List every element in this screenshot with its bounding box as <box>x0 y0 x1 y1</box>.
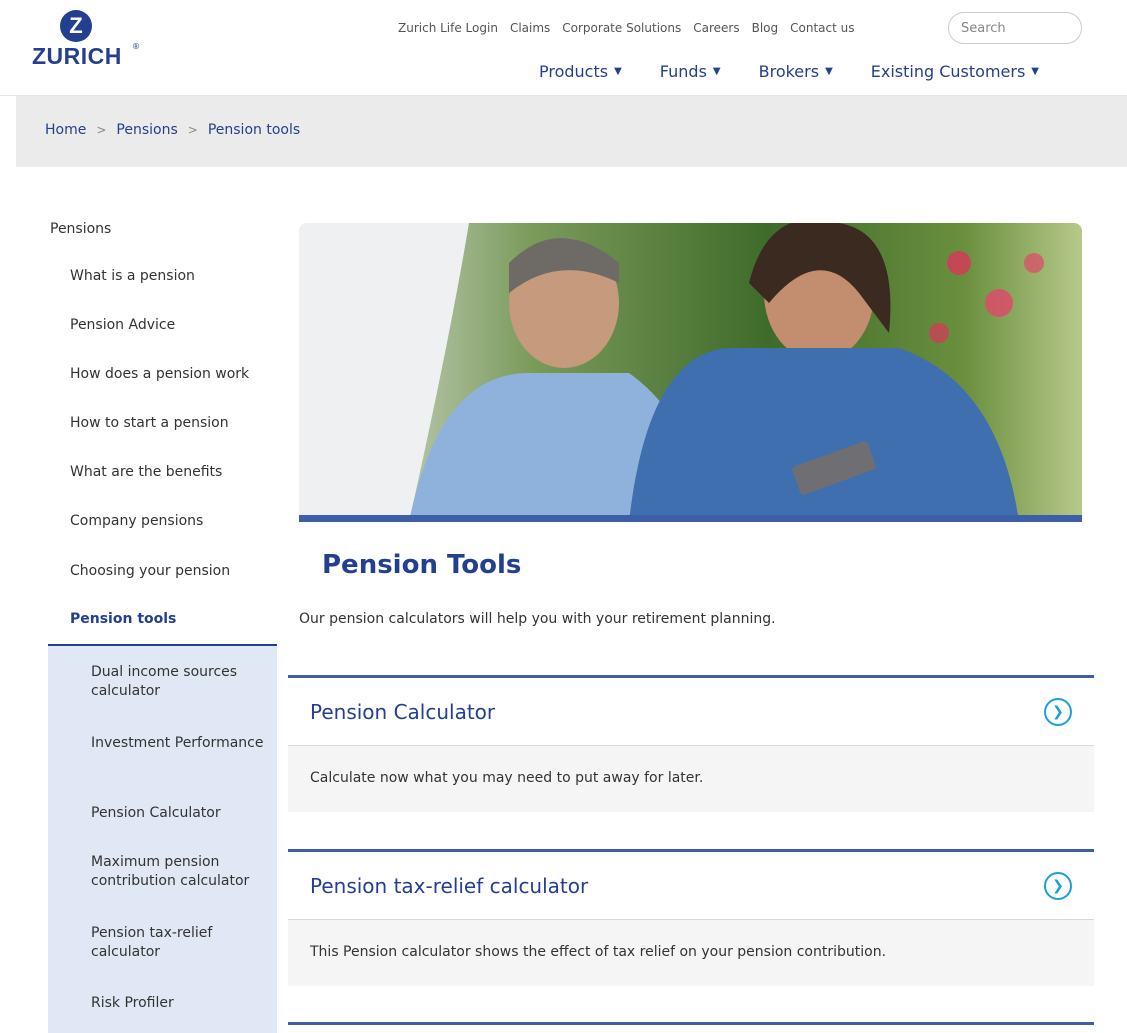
subnav-item-pension-calculator[interactable]: Pension Calculator <box>91 804 271 823</box>
subnav-item-max-contribution[interactable]: Maximum pension contribution calculator <box>91 853 271 891</box>
caret-down-icon: ▼ <box>825 66 833 77</box>
caret-down-icon: ▼ <box>712 66 721 77</box>
breadcrumb: Home > Pensions > Pension tools <box>45 122 300 138</box>
zurich-logo[interactable]: Z ZURICH ® <box>32 10 142 69</box>
card-title[interactable]: Pension Calculator <box>310 700 495 724</box>
nav-claims[interactable]: Claims <box>510 21 550 35</box>
card-description: Calculate now what you may need to put a… <box>310 770 704 786</box>
sidebar-item-pension-advice[interactable]: Pension Advice <box>70 317 175 333</box>
subnav-item-tax-relief[interactable]: Pension tax-relief calculator <box>91 924 271 962</box>
card-title[interactable]: Pension tax-relief calculator <box>310 874 588 898</box>
card-header: Pension Calculator ❯ <box>288 678 1094 746</box>
card-header: Pension tax-relief calculator ❯ <box>288 852 1094 920</box>
card-body: This Pension calculator shows the effect… <box>288 920 1094 986</box>
sidebar-item-pension-tools[interactable]: Pension tools <box>70 611 176 627</box>
nav-contact-us[interactable]: Contact us <box>790 21 854 35</box>
sidebar-item-what-is-a-pension[interactable]: What is a pension <box>70 268 195 284</box>
nav-zurich-life-login[interactable]: Zurich Life Login <box>398 21 498 35</box>
site-header: Z ZURICH ® Zurich Life Login Claims Corp… <box>0 0 1127 96</box>
breadcrumb-bar: Home > Pensions > Pension tools <box>16 96 1127 167</box>
nav-funds-label: Funds <box>659 62 707 81</box>
breadcrumb-separator: > <box>187 123 198 137</box>
main-nav: Products ▼ Funds ▼ Brokers ▼ Existing Custo… <box>539 62 1039 81</box>
sidebar-item-company-pensions[interactable]: Company pensions <box>70 513 203 529</box>
card-pension-calculator[interactable]: Pension Calculator ❯ Calculate now what … <box>288 675 1094 812</box>
nav-existing-customers-label: Existing Customers <box>870 62 1026 81</box>
caret-down-icon: ▼ <box>1031 66 1039 77</box>
sidebar-item-what-are-the-benefits[interactable]: What are the benefits <box>70 464 222 480</box>
caret-down-icon: ▼ <box>614 66 622 77</box>
nav-corporate-solutions[interactable]: Corporate Solutions <box>562 21 681 35</box>
hero-image <box>299 223 1082 522</box>
breadcrumb-separator: > <box>96 123 107 137</box>
registered-mark: ® <box>132 42 140 51</box>
nav-careers[interactable]: Careers <box>693 21 739 35</box>
utility-nav: Zurich Life Login Claims Corporate Solut… <box>398 21 866 35</box>
sidebar-item-choosing-your-pension[interactable]: Choosing your pension <box>70 563 230 579</box>
card-body: Calculate now what you may need to put a… <box>288 746 1094 812</box>
nav-products[interactable]: Products ▼ <box>539 62 622 81</box>
nav-products-label: Products <box>539 62 609 81</box>
chevron-right-circle-icon[interactable]: ❯ <box>1044 698 1072 726</box>
subnav-item-risk-profiler[interactable]: Risk Profiler <box>91 994 271 1013</box>
card-pension-tax-relief-calculator[interactable]: Pension tax-relief calculator ❯ This Pen… <box>288 849 1094 986</box>
hero-accent-bar <box>299 515 1082 522</box>
next-card-top-border <box>288 1022 1094 1025</box>
search-input[interactable] <box>948 12 1082 44</box>
zurich-logo-icon: Z <box>60 10 92 42</box>
sidebar-item-how-to-start-a-pension[interactable]: How to start a pension <box>70 415 229 431</box>
nav-funds[interactable]: Funds ▼ <box>660 62 721 81</box>
nav-brokers-label: Brokers <box>758 62 820 81</box>
page-intro: Our pension calculators will help you wi… <box>299 611 776 627</box>
chevron-right-circle-icon[interactable]: ❯ <box>1044 872 1072 900</box>
breadcrumb-pension-tools[interactable]: Pension tools <box>208 122 300 138</box>
page-title: Pension Tools <box>322 550 522 580</box>
brand-name: ZURICH <box>32 43 122 69</box>
breadcrumb-home[interactable]: Home <box>45 122 86 138</box>
nav-existing-customers[interactable]: Existing Customers ▼ <box>871 62 1039 81</box>
subnav-item-investment-performance[interactable]: Investment Performance <box>91 734 271 753</box>
nav-blog[interactable]: Blog <box>752 21 779 35</box>
card-description: This Pension calculator shows the effect… <box>310 944 887 960</box>
sidebar-root-pensions[interactable]: Pensions <box>50 221 111 237</box>
breadcrumb-pensions[interactable]: Pensions <box>116 122 177 138</box>
hero-photo-two-men-with-phone <box>299 223 1082 522</box>
nav-brokers[interactable]: Brokers ▼ <box>759 62 833 81</box>
sidebar-subnav <box>48 646 277 1033</box>
subnav-item-dual-income[interactable]: Dual income sources calculator <box>91 663 271 701</box>
sidebar-item-how-does-a-pension-work[interactable]: How does a pension work <box>70 366 249 382</box>
